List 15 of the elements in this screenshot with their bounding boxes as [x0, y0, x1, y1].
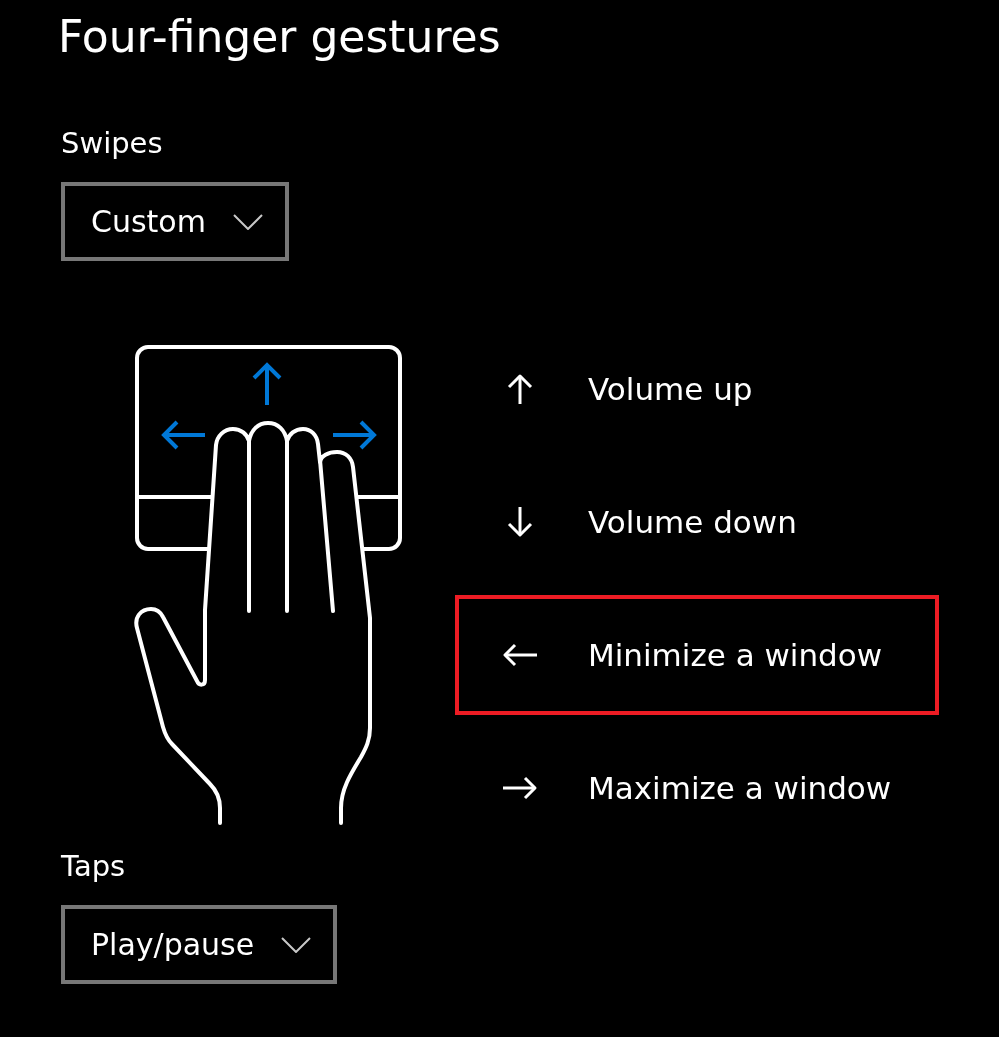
arrow-up-icon	[506, 373, 534, 405]
chevron-down-icon	[281, 936, 312, 953]
gesture-action-label: Volume up	[588, 370, 753, 408]
arrow-down-icon	[506, 506, 534, 538]
arrow-left-icon	[502, 642, 538, 668]
page-title: Four-finger gestures	[58, 11, 501, 63]
gesture-action-label: Maximize a window	[588, 769, 892, 807]
gesture-action-label: Minimize a window	[588, 636, 883, 674]
taps-dropdown[interactable]: Play/pause	[61, 905, 338, 984]
section-label: Taps	[61, 848, 126, 884]
gesture-action-label: Volume down	[588, 503, 797, 541]
arrow-right-icon	[502, 775, 538, 801]
chevron-down-icon	[232, 213, 263, 230]
section-label: Swipes	[61, 125, 163, 161]
swipes-dropdown[interactable]: Custom	[61, 182, 289, 261]
